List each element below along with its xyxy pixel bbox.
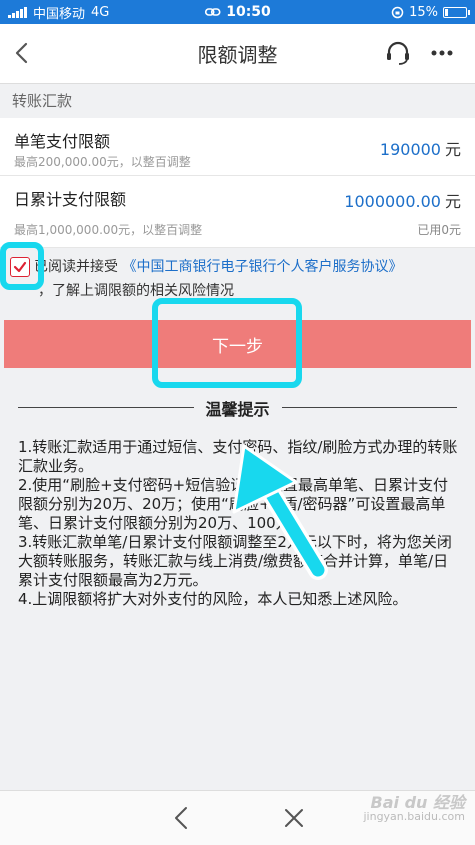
- single-limit-amount: 190000: [379, 140, 441, 159]
- single-limit-unit: 元: [444, 140, 461, 159]
- chevron-left-icon[interactable]: [170, 805, 194, 831]
- tip-item: 4.上调限额将扩大对外支付的风险，本人已知悉上述风险。: [18, 590, 408, 608]
- daily-limit-unit: 元: [444, 192, 461, 211]
- battery-icon: [443, 6, 470, 18]
- single-limit-value[interactable]: 190000 元: [380, 136, 461, 160]
- tips-title: 温馨提示: [193, 396, 282, 420]
- agreement-line2: ，了解上调限额的相关风险情况: [38, 283, 234, 299]
- daily-limit-amount: 1000000.00: [344, 192, 441, 211]
- watermark-url: jingyan.baidu.com: [363, 810, 465, 823]
- status-bar: 中国移动 4G 10:50 15%: [0, 0, 475, 24]
- tips-body: 1.转账汇款适用于通过短信、支付密码、指纹/刷脸方式办理的转账汇款业务。 2.使…: [18, 438, 458, 609]
- agreement-link[interactable]: 《中国工商银行电子银行个人客户服务协议》: [122, 259, 402, 275]
- link-icon: [204, 8, 221, 16]
- daily-limit-value[interactable]: 1000000.00 元: [344, 188, 461, 212]
- checkmark-icon: [13, 261, 27, 273]
- daily-limit-label: 日累计支付限额: [14, 190, 127, 209]
- network-label: 4G: [91, 4, 110, 20]
- agreement-checkbox[interactable]: [10, 257, 30, 277]
- single-limit-label: 单笔支付限额: [14, 132, 111, 151]
- tip-item: 1.转账汇款适用于通过短信、支付密码、指纹/刷脸方式办理的转账汇款业务。: [18, 438, 458, 475]
- status-right: 15%: [391, 4, 470, 20]
- watermark: Bai du 经验 jingyan.baidu.com: [363, 793, 465, 824]
- status-center: 10:50: [204, 4, 271, 20]
- tip-item: 3.转账汇款单笔/日累计支付限额调整至2万元以下时，将为您关闭大额转账服务，转账…: [18, 533, 452, 589]
- single-limit-hint: 最高200,000.00元，以整百调整: [14, 155, 191, 169]
- daily-limit-hint: 最高1,000,000.00元，以整百调整: [14, 223, 203, 237]
- battery-fill: [445, 8, 448, 16]
- watermark-brand: Bai du 经验: [370, 793, 465, 812]
- agreement-text: 已阅读并接受 《中国工商银行电子银行个人客户服务协议》: [34, 256, 402, 276]
- headset-icon[interactable]: [385, 40, 411, 66]
- section-title: 转账汇款: [0, 84, 475, 118]
- limit-card: 单笔支付限额 最高200,000.00元，以整百调整 190000 元 日累计支付…: [0, 118, 475, 248]
- nav-bar: 限额调整: [0, 24, 475, 84]
- agreement-row: 已阅读并接受 《中国工商银行电子银行个人客户服务协议》 ，了解上调限额的相关风险…: [0, 248, 475, 304]
- single-limit-row[interactable]: 单笔支付限额 最高200,000.00元，以整百调整 190000 元: [0, 118, 475, 176]
- clock: 10:50: [226, 4, 271, 20]
- next-button[interactable]: 下一步: [4, 320, 471, 368]
- tip-item: 2.使用“刷脸+支付密码+短信验证”可设置最高单笔、日累计支付限额分别为20万、…: [18, 476, 448, 532]
- daily-limit-used: 已用0元: [417, 223, 461, 237]
- battery-percent: 15%: [409, 4, 438, 20]
- signal-icon: [8, 6, 27, 18]
- carrier-label: 中国移动: [33, 6, 86, 22]
- daily-limit-row[interactable]: 日累计支付限额 最高1,000,000.00元，以整百调整 1000000.00…: [0, 176, 475, 248]
- chevron-left-icon[interactable]: [8, 38, 38, 68]
- agreement-prefix: 已阅读并接受: [34, 259, 118, 275]
- close-icon[interactable]: [282, 806, 306, 830]
- more-dots-icon[interactable]: [429, 42, 455, 64]
- rotation-lock-icon: [391, 6, 404, 18]
- status-left: 中国移动 4G: [8, 3, 109, 22]
